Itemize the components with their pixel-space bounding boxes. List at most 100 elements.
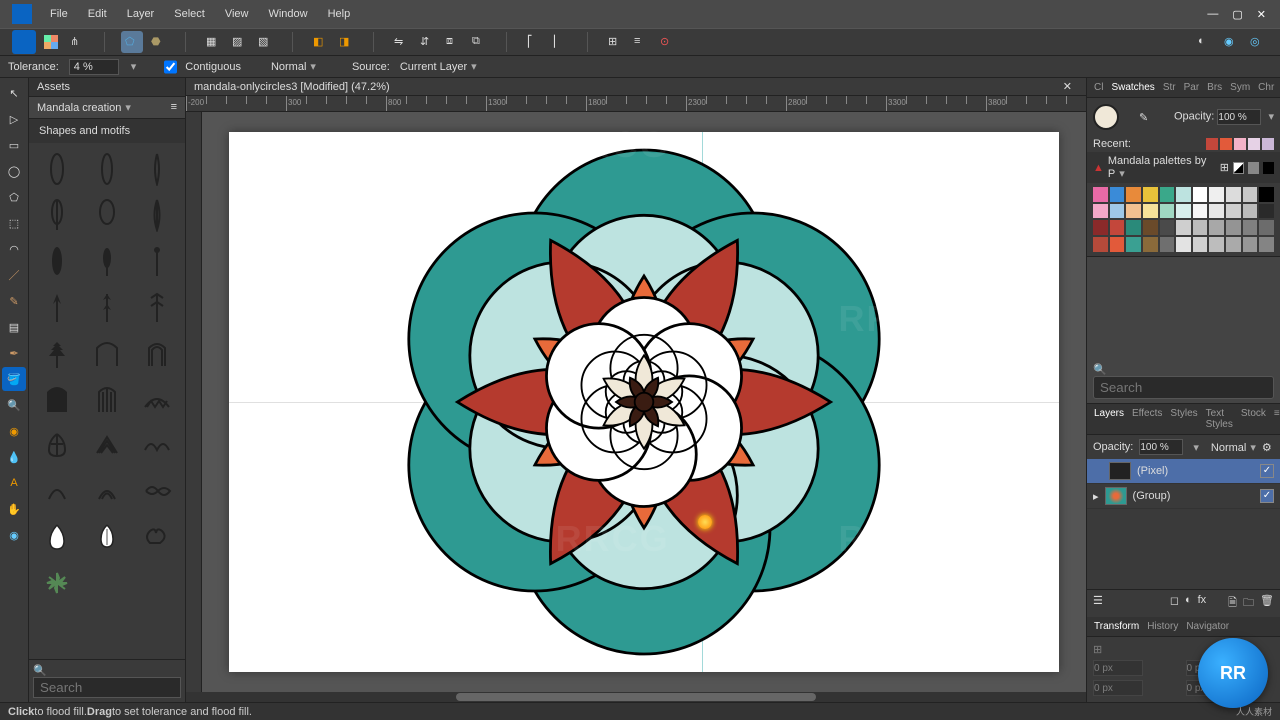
asset-shape[interactable] xyxy=(85,333,129,373)
guides-icon[interactable]: ≡ xyxy=(630,31,652,53)
snap-icon-3[interactable]: ▧ xyxy=(254,31,276,53)
asset-shape[interactable] xyxy=(135,149,179,189)
document-tab[interactable]: mandala-onlycircles3 [Modified] (47.2%) … xyxy=(186,78,1086,96)
palette-swatch[interactable] xyxy=(1160,204,1175,219)
palette-options-icon[interactable]: ⊞ xyxy=(1220,161,1229,174)
black-swatch[interactable] xyxy=(1263,162,1274,174)
recent-swatch[interactable] xyxy=(1220,138,1232,150)
transform-x-input[interactable] xyxy=(1093,660,1143,676)
tolerance-input[interactable] xyxy=(69,59,119,75)
tab-stroke[interactable]: Str xyxy=(1160,81,1179,94)
shape-alt-icon[interactable]: ⬣ xyxy=(147,31,169,53)
tab-paragraph[interactable]: Par xyxy=(1181,81,1203,94)
tab-layers[interactable]: Layers xyxy=(1091,407,1127,431)
opacity-dropdown[interactable] xyxy=(1264,111,1274,123)
palette-swatch[interactable] xyxy=(1193,220,1208,235)
recent-swatch[interactable] xyxy=(1262,138,1274,150)
tab-navigator[interactable]: Navigator xyxy=(1183,620,1232,633)
tab-text-styles[interactable]: Text Styles xyxy=(1203,407,1236,431)
assets-search-input[interactable] xyxy=(33,677,181,698)
palette-swatch[interactable] xyxy=(1093,187,1108,202)
palette-swatch[interactable] xyxy=(1226,204,1241,219)
palette-swatch[interactable] xyxy=(1160,220,1175,235)
asset-shape[interactable] xyxy=(35,379,79,419)
palette-swatch[interactable] xyxy=(1209,187,1224,202)
tab-symbols[interactable]: Sym xyxy=(1227,81,1253,94)
menu-file[interactable]: File xyxy=(40,0,78,28)
align-icon-1[interactable]: ⧈ xyxy=(442,31,464,53)
layer-blend-icon[interactable]: ☰ xyxy=(1093,594,1103,613)
palette-swatch[interactable] xyxy=(1160,187,1175,202)
layer-blend-dropdown[interactable]: Normal xyxy=(1211,441,1256,454)
magnet-icon[interactable]: ⊙ xyxy=(656,31,678,53)
rect-tool[interactable]: ▭ xyxy=(2,133,26,157)
add-layer-icon[interactable]: 🗎 xyxy=(1228,594,1237,613)
layer-row[interactable]: ▸ (Group) xyxy=(1087,484,1280,509)
asset-shape[interactable] xyxy=(135,425,179,465)
blend-dropdown[interactable]: Normal xyxy=(271,60,316,73)
source-dropdown[interactable]: Current Layer xyxy=(400,60,477,73)
align-center-icon[interactable]: ⎢ xyxy=(549,31,571,53)
asset-shape[interactable] xyxy=(35,425,79,465)
eyedropper-icon[interactable]: ✎ xyxy=(1139,111,1148,124)
palette-swatch[interactable] xyxy=(1143,237,1158,252)
panel-search-input[interactable] xyxy=(1093,376,1274,399)
palette-swatch[interactable] xyxy=(1226,220,1241,235)
anchor-icon[interactable]: ⊞ xyxy=(1093,643,1102,656)
palette-swatch[interactable] xyxy=(1193,187,1208,202)
palette-swatch[interactable] xyxy=(1176,237,1191,252)
asset-shape[interactable] xyxy=(85,471,129,511)
tab-brushes[interactable]: Brs xyxy=(1204,81,1225,94)
mask-icon[interactable]: ◻ xyxy=(1170,594,1179,613)
palette-swatch[interactable] xyxy=(1110,187,1125,202)
contiguous-checkbox[interactable] xyxy=(164,59,177,75)
dropper-tool[interactable]: 💧 xyxy=(2,445,26,469)
asset-shape[interactable] xyxy=(135,241,179,281)
assets-tab[interactable]: Assets xyxy=(29,78,185,97)
palette-swatch[interactable] xyxy=(1243,220,1258,235)
zoom-tool[interactable]: 🔍 xyxy=(2,393,26,417)
palette-swatch[interactable] xyxy=(1110,237,1125,252)
palette-swatch[interactable] xyxy=(1259,220,1274,235)
menu-select[interactable]: Select xyxy=(164,0,215,28)
asset-shape[interactable] xyxy=(35,287,79,327)
view-mode-3-icon[interactable]: ◎ xyxy=(1246,31,1268,53)
asset-shape[interactable] xyxy=(85,149,129,189)
palette-swatch[interactable] xyxy=(1143,204,1158,219)
layer-opacity-dropdown[interactable] xyxy=(1189,441,1199,454)
tab-effects[interactable]: Effects xyxy=(1129,407,1165,431)
flip-v-icon[interactable]: ⇵ xyxy=(416,31,438,53)
minimize-button[interactable]: — xyxy=(1207,8,1218,21)
palette-swatch[interactable] xyxy=(1126,204,1141,219)
view-mode-1-icon[interactable]: ◐ xyxy=(1194,31,1216,53)
tab-character[interactable]: Chr xyxy=(1255,81,1277,94)
asset-shape[interactable] xyxy=(135,471,179,511)
menu-edit[interactable]: Edit xyxy=(78,0,117,28)
recent-swatch[interactable] xyxy=(1206,138,1218,150)
pan-tool[interactable]: ✋ xyxy=(2,497,26,521)
asset-shape[interactable] xyxy=(135,333,179,373)
persona-icon[interactable] xyxy=(12,30,36,54)
smudge-tool[interactable]: ◉ xyxy=(2,419,26,443)
move-tool[interactable]: ↖ xyxy=(2,81,26,105)
asset-shape[interactable] xyxy=(135,287,179,327)
close-button[interactable]: ✕ xyxy=(1257,8,1266,21)
palette-swatch[interactable] xyxy=(1126,237,1141,252)
tab-color[interactable]: Cl xyxy=(1091,81,1106,94)
share-icon[interactable]: ⋔ xyxy=(66,31,88,53)
palette-swatch[interactable] xyxy=(1259,237,1274,252)
palette-swatch[interactable] xyxy=(1243,204,1258,219)
asset-shape[interactable] xyxy=(35,517,79,557)
maximize-button[interactable]: ▢ xyxy=(1232,8,1242,21)
palette-swatch[interactable] xyxy=(1209,237,1224,252)
asset-shape[interactable] xyxy=(35,149,79,189)
tab-history[interactable]: History xyxy=(1144,620,1181,633)
palette-swatch[interactable] xyxy=(1093,220,1108,235)
fill-color-well[interactable] xyxy=(1093,104,1119,130)
palette-swatch[interactable] xyxy=(1126,187,1141,202)
gradient-tool[interactable]: ▤ xyxy=(2,315,26,339)
snap-icon-2[interactable]: ▨ xyxy=(228,31,250,53)
horizontal-scrollbar[interactable] xyxy=(186,692,1086,702)
flip-h-icon[interactable]: ⇋ xyxy=(390,31,412,53)
layer-visible-checkbox[interactable] xyxy=(1260,489,1274,503)
